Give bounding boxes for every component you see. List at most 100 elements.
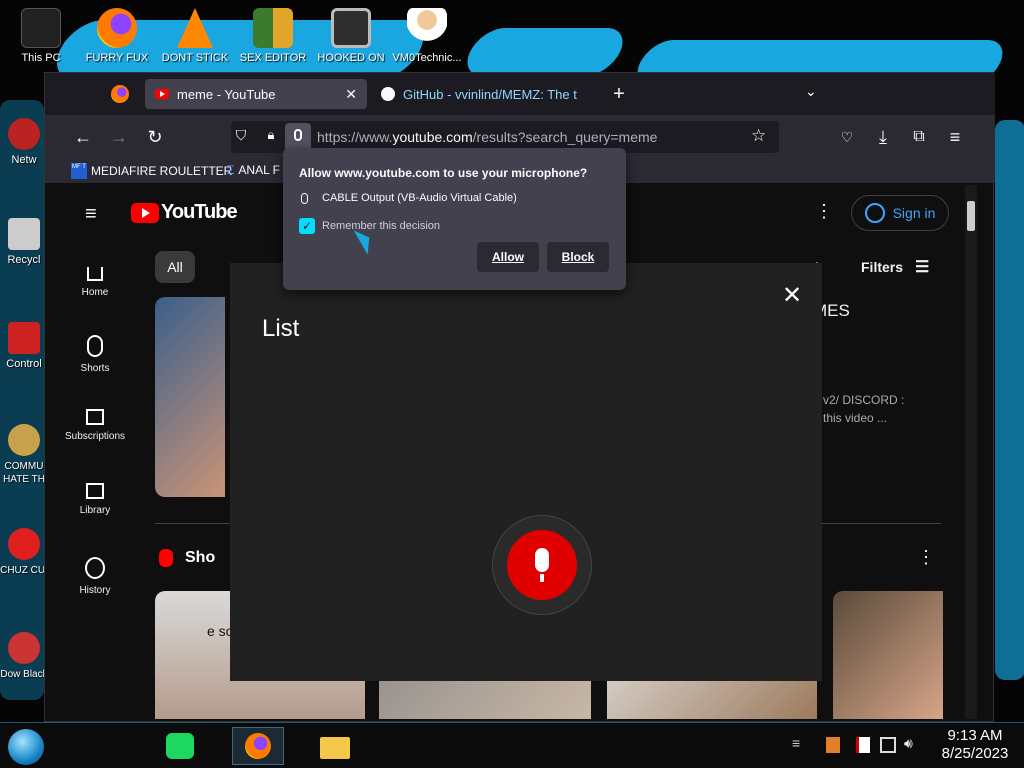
downloads-icon[interactable]: ⤓: [869, 123, 897, 151]
hxd-editor-icon: [253, 8, 293, 48]
page-scrollbar[interactable]: [965, 185, 977, 719]
shield-icon[interactable]: ⛉: [231, 127, 251, 147]
sidebar-item-history[interactable]: History: [59, 557, 131, 596]
desktop-icon-this-pc[interactable]: This PC: [2, 8, 80, 65]
tray-flag-icon[interactable]: [856, 737, 870, 753]
tray-app-icon[interactable]: [826, 737, 840, 753]
desktop-icon-control[interactable]: Control: [0, 322, 48, 370]
video-desc-fragment: g this video ...: [813, 411, 888, 425]
new-tab-button[interactable]: +: [605, 81, 633, 109]
mic-button[interactable]: [507, 530, 577, 600]
lock-icon[interactable]: 🔒︎: [261, 127, 281, 147]
taskbar-app-explorer[interactable]: [316, 729, 356, 765]
sign-in-button[interactable]: Sign in: [851, 195, 949, 231]
history-icon: [85, 557, 105, 579]
wallpaper-swoosh: [995, 120, 1024, 680]
checkmark-icon: ✓: [299, 218, 315, 234]
chip-all[interactable]: All: [155, 251, 195, 283]
sidebar-item-subscriptions[interactable]: Subscriptions: [59, 409, 131, 442]
more-options-icon[interactable]: ⋮: [917, 547, 935, 568]
youtube-logo-icon: [131, 202, 159, 223]
tray-chevron-icon[interactable]: ≡: [792, 735, 800, 751]
close-icon[interactable]: ✕: [345, 86, 357, 103]
github-icon: [381, 87, 395, 101]
tray-clock[interactable]: 9:13 AM 8/25/2023: [930, 727, 1020, 763]
desktop-icon-download[interactable]: Dow Black: [0, 632, 48, 681]
firefox-logo-icon[interactable]: [111, 85, 129, 103]
account-icon: [864, 203, 885, 223]
close-icon[interactable]: ✕: [782, 281, 802, 310]
shorts-logo-icon: [159, 549, 173, 567]
subscriptions-icon: [86, 409, 104, 425]
sidebar-item-library[interactable]: Library: [59, 483, 131, 516]
home-icon: [87, 267, 103, 281]
desktop-icon-chuz[interactable]: CHUZ CUI: [0, 528, 48, 577]
url-text: https://www.youtube.com/results?search_q…: [317, 129, 658, 145]
start-button[interactable]: [8, 729, 44, 765]
microphone-permission-glyph: [294, 129, 302, 141]
video-desc-fragment: n.v2/ DISCORD :: [813, 393, 905, 407]
desktop-icon-dont-stick[interactable]: DONT STICK: [156, 8, 234, 65]
microphone-permission-popup: Allow www.youtube.com to use your microp…: [283, 148, 626, 290]
computer-icon: [21, 8, 61, 48]
forward-icon[interactable]: →: [105, 123, 133, 151]
desktop-icon-furry-fux[interactable]: FURRY FUX: [78, 8, 156, 65]
tab-youtube[interactable]: meme - YouTube ✕: [145, 79, 367, 109]
desktop-icon-sex-editor[interactable]: SEX EDITOR: [234, 8, 312, 65]
block-button[interactable]: Block: [547, 242, 609, 272]
back-icon[interactable]: ←: [69, 123, 97, 151]
clock-date: 8/25/2023: [941, 745, 1009, 762]
tab-github[interactable]: GitHub - vvinlind/MEMZ: The t: [371, 79, 601, 109]
tray-network-icon[interactable]: [880, 737, 896, 753]
filters-button[interactable]: Filters ☰: [861, 257, 929, 277]
mediafire-icon: MF T: [71, 163, 87, 179]
tab-title: GitHub - vvinlind/MEMZ: The t: [403, 86, 577, 102]
recycle-bin-icon: [8, 218, 40, 250]
reload-icon[interactable]: ↻: [141, 123, 169, 151]
video-thumbnail[interactable]: [155, 297, 225, 497]
bookmark-anal[interactable]: Σ ANAL F: [227, 163, 280, 177]
remember-decision-checkbox[interactable]: ✓ Remember this decision: [299, 218, 440, 234]
tab-bar: meme - YouTube ✕ GitHub - vvinlind/MEMZ:…: [45, 73, 995, 115]
shorts-heading: Sho: [159, 549, 215, 567]
menu-icon[interactable]: ≡: [941, 123, 969, 151]
maze-game-icon: [331, 8, 371, 48]
sidebar-item-shorts[interactable]: Shorts: [59, 335, 131, 374]
library-icon: [86, 483, 104, 499]
device-row[interactable]: CABLE Output (VB-Audio Virtual Cable): [301, 192, 517, 204]
bookmark-star-icon[interactable]: ☆: [751, 126, 766, 146]
voice-search-dialog: List ✕: [230, 263, 822, 681]
filter-sliders-icon: ☰: [915, 259, 930, 276]
sidebar-item-home[interactable]: Home: [59, 261, 131, 298]
folder-icon: [320, 737, 350, 759]
hamburger-menu-icon[interactable]: ≡: [85, 203, 97, 226]
sigma-icon: Σ: [227, 163, 235, 177]
scrollbar-thumb[interactable]: [967, 201, 975, 231]
allow-button[interactable]: Allow: [477, 242, 539, 272]
youtube-logo[interactable]: YouTube: [131, 201, 238, 224]
more-options-icon[interactable]: ⋮: [815, 201, 833, 222]
desktop-icon-network[interactable]: Netw: [0, 118, 48, 166]
voice-dialog-title: List: [262, 315, 300, 342]
desktop-icon-vm0technic[interactable]: VM0Technic...: [388, 8, 466, 65]
notes-app-icon: [166, 733, 194, 759]
microphone-icon: [535, 548, 549, 572]
extensions-icon[interactable]: ⧉: [905, 123, 933, 151]
pocket-icon[interactable]: ♡: [833, 123, 861, 151]
taskbar-app-firefox[interactable]: [232, 727, 284, 765]
wallpaper-swoosh: [458, 28, 632, 76]
firefox-icon: [245, 733, 271, 759]
desktop-icon-commu[interactable]: COMMU HATE TH: [0, 424, 48, 486]
doctor-avatar-icon: [407, 8, 447, 48]
taskbar-app-notes[interactable]: [160, 729, 200, 765]
network-icon: [8, 118, 40, 150]
taskbar: ≡ 🔊︎ 9:13 AM 8/25/2023: [0, 722, 1024, 768]
list-all-tabs-icon[interactable]: ⌄: [805, 83, 817, 100]
bookmark-mediafire[interactable]: MF T MEDIAFIRE ROULETTER: [71, 163, 232, 179]
permission-title: Allow www.youtube.com to use your microp…: [299, 166, 588, 180]
tray-volume-icon[interactable]: 🔊︎: [904, 735, 913, 752]
shorts-icon: [87, 335, 103, 357]
desktop-icon-hooked-on[interactable]: HOOKED ON: [312, 8, 390, 65]
desktop-icon-recycle[interactable]: Recycl: [0, 218, 48, 266]
short-thumbnail[interactable]: [833, 591, 943, 719]
